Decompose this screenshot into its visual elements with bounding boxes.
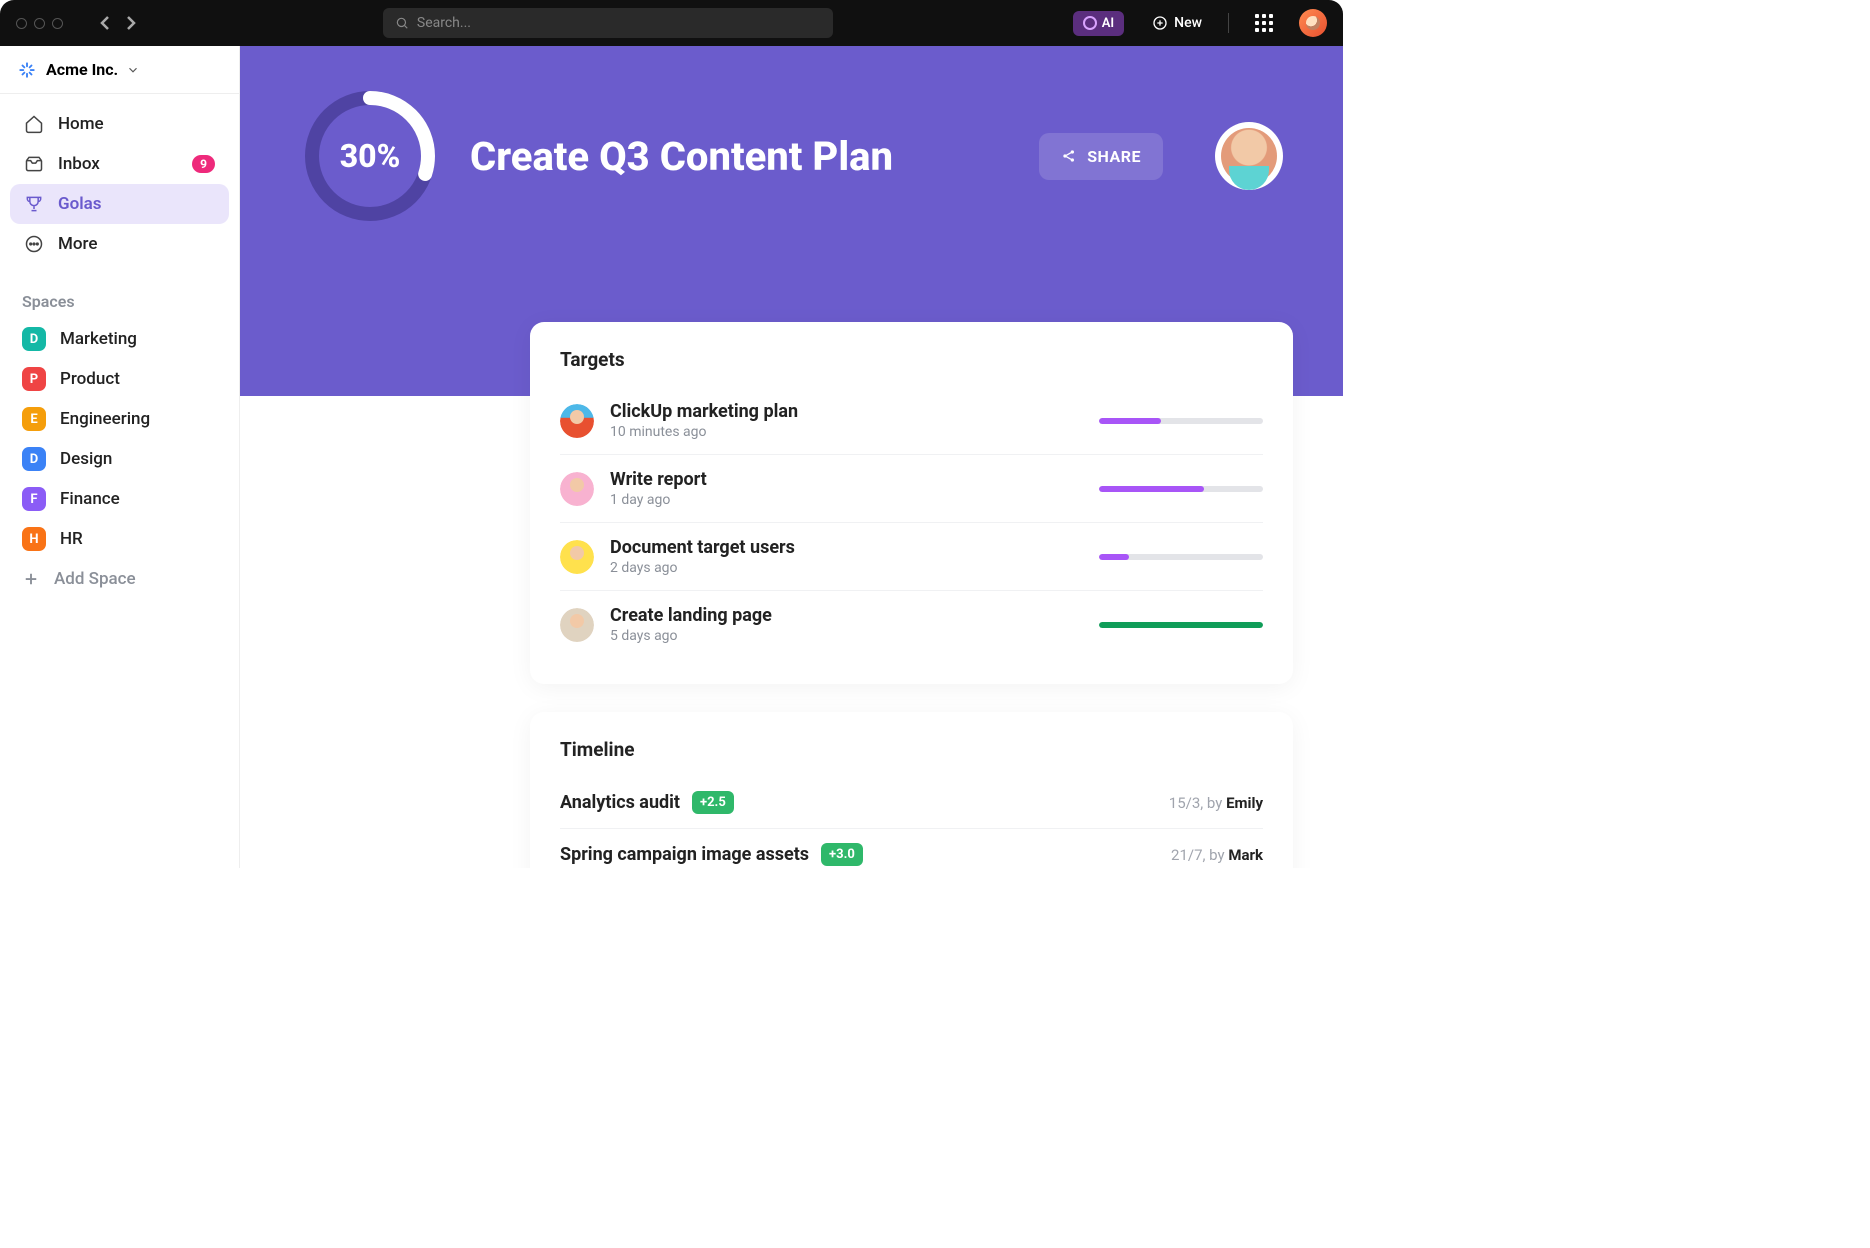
progress-bar bbox=[1099, 554, 1263, 560]
space-name: Engineering bbox=[60, 409, 150, 429]
plus-circle-icon bbox=[1152, 15, 1168, 31]
sidebar: Acme Inc. Home Inbox 9 Golas More Spaces bbox=[0, 46, 240, 868]
target-timestamp: 5 days ago bbox=[610, 628, 1083, 644]
sidebar-item-inbox[interactable]: Inbox 9 bbox=[10, 144, 229, 184]
search-placeholder: Search... bbox=[417, 15, 471, 31]
timeline-heading: Timeline bbox=[560, 738, 1263, 761]
space-item[interactable]: E Engineering bbox=[0, 399, 239, 439]
more-icon bbox=[24, 234, 44, 254]
target-name: Write report bbox=[610, 469, 1083, 490]
targets-card: Targets ClickUp marketing plan 10 minute… bbox=[530, 322, 1293, 684]
space-badge: D bbox=[22, 327, 46, 351]
topbar: Search... AI New bbox=[0, 0, 1343, 46]
workspace-logo-icon bbox=[18, 61, 36, 79]
page-title: Create Q3 Content Plan bbox=[470, 133, 1009, 180]
workspace-name: Acme Inc. bbox=[46, 60, 118, 79]
spaces-heading: Spaces bbox=[0, 274, 239, 319]
timeline-card: Timeline Analytics audit +2.5 15/3, by E… bbox=[530, 712, 1293, 868]
target-timestamp: 1 day ago bbox=[610, 492, 1083, 508]
search-icon bbox=[395, 16, 409, 30]
assignee-avatar bbox=[560, 404, 594, 438]
trophy-icon bbox=[24, 194, 44, 214]
targets-heading: Targets bbox=[560, 348, 1263, 371]
space-name: Finance bbox=[60, 489, 120, 509]
chevron-down-icon bbox=[126, 63, 140, 77]
inbox-icon bbox=[24, 154, 44, 174]
sidebar-item-home[interactable]: Home bbox=[10, 104, 229, 144]
space-badge: D bbox=[22, 447, 46, 471]
timeline-name: Spring campaign image assets bbox=[560, 844, 809, 865]
inbox-badge: 9 bbox=[192, 155, 215, 173]
nav-forward-button[interactable] bbox=[119, 11, 143, 35]
ai-button[interactable]: AI bbox=[1073, 11, 1124, 36]
assignee-avatar bbox=[560, 608, 594, 642]
target-row[interactable]: Document target users 2 days ago bbox=[560, 523, 1263, 591]
timeline-meta: 21/7, by Mark bbox=[1171, 846, 1263, 864]
timeline-row[interactable]: Spring campaign image assets +3.0 21/7, … bbox=[560, 829, 1263, 868]
progress-bar bbox=[1099, 486, 1263, 492]
space-badge: E bbox=[22, 407, 46, 431]
main-content: 30% Create Q3 Content Plan SHARE Targets… bbox=[240, 46, 1343, 868]
space-item[interactable]: D Design bbox=[0, 439, 239, 479]
space-badge: H bbox=[22, 527, 46, 551]
target-row[interactable]: Write report 1 day ago bbox=[560, 455, 1263, 523]
target-name: Document target users bbox=[610, 537, 1083, 558]
timeline-badge: +3.0 bbox=[821, 843, 863, 866]
new-button[interactable]: New bbox=[1152, 15, 1202, 31]
timeline-row[interactable]: Analytics audit +2.5 15/3, by Emily bbox=[560, 777, 1263, 829]
progress-ring: 30% bbox=[300, 86, 440, 226]
ai-icon bbox=[1083, 16, 1097, 30]
space-item[interactable]: P Product bbox=[0, 359, 239, 399]
space-badge: F bbox=[22, 487, 46, 511]
space-name: Product bbox=[60, 369, 120, 389]
assignee-avatar bbox=[560, 472, 594, 506]
target-timestamp: 10 minutes ago bbox=[610, 424, 1083, 440]
workspace-switcher[interactable]: Acme Inc. bbox=[0, 46, 239, 94]
progress-bar bbox=[1099, 418, 1263, 424]
target-row[interactable]: Create landing page 5 days ago bbox=[560, 591, 1263, 658]
space-name: Design bbox=[60, 449, 112, 469]
timeline-name: Analytics audit bbox=[560, 792, 680, 813]
apps-button[interactable] bbox=[1255, 14, 1273, 32]
space-badge: P bbox=[22, 367, 46, 391]
space-name: HR bbox=[60, 529, 83, 549]
target-timestamp: 2 days ago bbox=[610, 560, 1083, 576]
sidebar-item-more[interactable]: More bbox=[10, 224, 229, 264]
space-item[interactable]: F Finance bbox=[0, 479, 239, 519]
target-row[interactable]: ClickUp marketing plan 10 minutes ago bbox=[560, 387, 1263, 455]
timeline-meta: 15/3, by Emily bbox=[1169, 794, 1263, 812]
home-icon bbox=[24, 114, 44, 134]
search-input[interactable]: Search... bbox=[383, 8, 833, 38]
progress-percent: 30% bbox=[300, 86, 440, 226]
window-controls[interactable] bbox=[16, 18, 63, 29]
sidebar-item-goals[interactable]: Golas bbox=[10, 184, 229, 224]
assignee-avatar bbox=[560, 540, 594, 574]
share-icon bbox=[1061, 148, 1077, 164]
space-name: Marketing bbox=[60, 329, 137, 349]
space-item[interactable]: H HR bbox=[0, 519, 239, 559]
share-button[interactable]: SHARE bbox=[1039, 133, 1163, 180]
space-item[interactable]: D Marketing bbox=[0, 319, 239, 359]
user-avatar[interactable] bbox=[1299, 9, 1327, 37]
owner-avatar[interactable] bbox=[1215, 122, 1283, 190]
target-name: Create landing page bbox=[610, 605, 1083, 626]
progress-bar bbox=[1099, 622, 1263, 628]
plus-icon bbox=[22, 570, 40, 588]
timeline-badge: +2.5 bbox=[692, 791, 734, 814]
separator bbox=[1228, 13, 1229, 33]
target-name: ClickUp marketing plan bbox=[610, 401, 1083, 422]
add-space-button[interactable]: Add Space bbox=[0, 559, 239, 599]
nav-back-button[interactable] bbox=[93, 11, 117, 35]
